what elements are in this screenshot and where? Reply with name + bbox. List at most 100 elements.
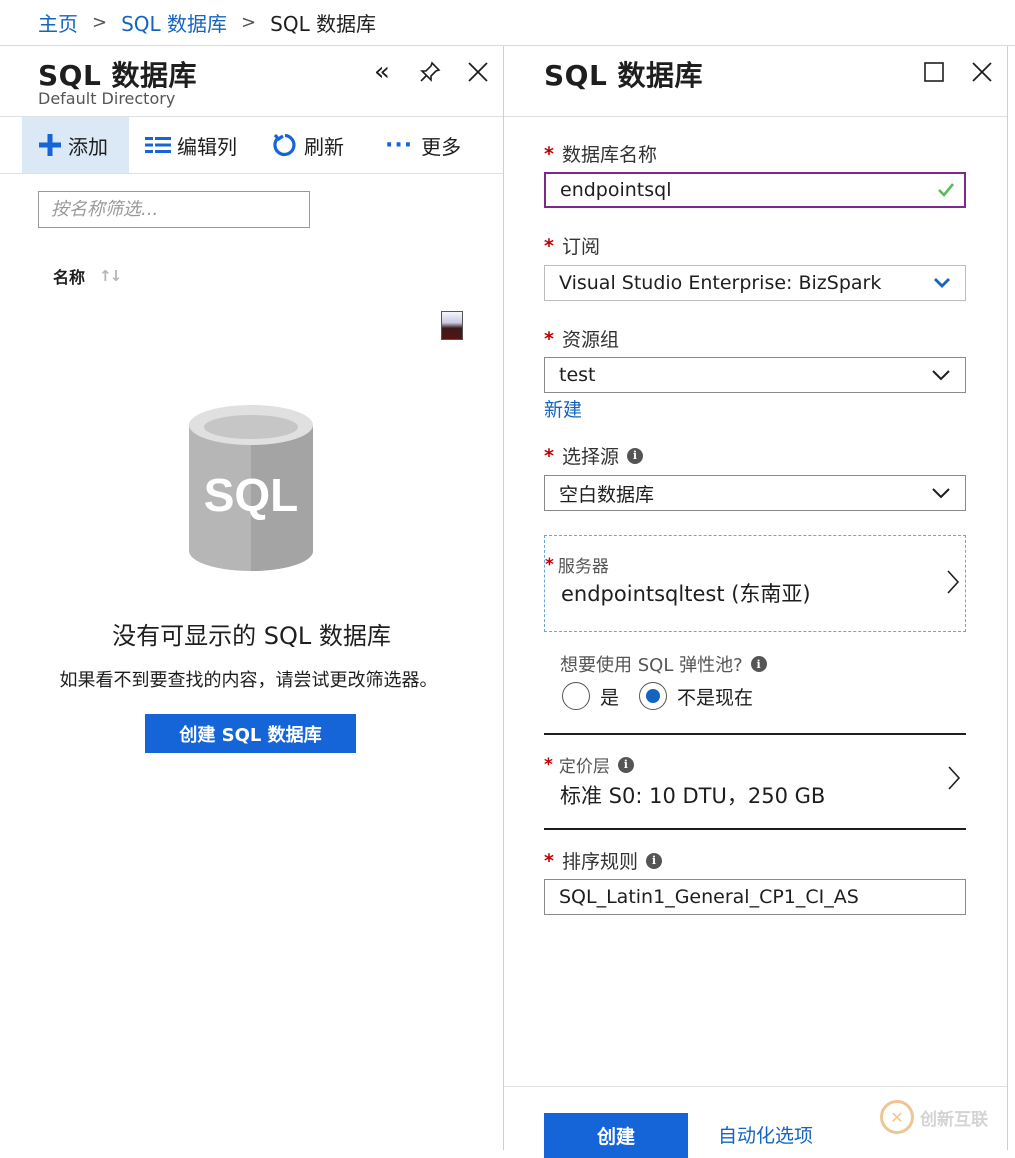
ellipsis-icon: ··· xyxy=(385,132,414,158)
chevron-down-icon xyxy=(932,370,950,381)
breadcrumb-sql-databases[interactable]: SQL 数据库 xyxy=(121,8,227,37)
subscription-select[interactable]: Visual Studio Enterprise: BizSpark xyxy=(544,265,966,301)
plus-icon xyxy=(38,133,62,157)
list-icon xyxy=(145,135,171,155)
chevron-right-icon: > xyxy=(241,12,257,33)
thumbnail-image xyxy=(441,311,463,340)
breadcrumb-home[interactable]: 主页 xyxy=(38,8,78,37)
elastic-pool-label-text: 想要使用 SQL 弹性池? xyxy=(560,655,743,676)
elastic-pool-radio-group: 是 不是现在 xyxy=(562,682,753,710)
required-marker: * xyxy=(544,142,554,165)
create-button[interactable]: 创建 xyxy=(544,1113,688,1158)
resource-group-select[interactable]: test xyxy=(544,357,966,393)
filter-input[interactable] xyxy=(38,191,310,228)
required-marker: * xyxy=(544,444,554,467)
source-select[interactable]: 空白数据库 xyxy=(544,475,966,511)
chevron-down-icon xyxy=(934,278,950,288)
add-button[interactable]: 添加 xyxy=(22,117,129,173)
db-name-label-text: 数据库名称 xyxy=(561,144,657,166)
radio-not-now-label: 不是现在 xyxy=(677,686,754,709)
pricing-tier-selector[interactable]: * 定价层 i 标准 S0: 10 DTU，250 GB xyxy=(544,736,966,828)
column-header-label: 名称 xyxy=(53,268,86,287)
db-name-field[interactable]: endpointsql xyxy=(544,172,966,208)
close-icon[interactable] xyxy=(966,56,998,88)
resource-group-value: test xyxy=(559,364,596,386)
column-header-name[interactable]: 名称 ↑↓ xyxy=(53,264,122,288)
collapse-icon[interactable]: « xyxy=(366,56,398,88)
subscription-label: * 订阅 xyxy=(544,232,600,259)
edit-columns-label: 编辑列 xyxy=(177,134,237,159)
refresh-icon xyxy=(272,132,298,158)
server-label-text: 服务器 xyxy=(557,557,609,577)
section-divider xyxy=(544,733,966,735)
radio-yes[interactable] xyxy=(562,682,590,710)
server-label: * 服务器 xyxy=(545,552,609,578)
maximize-icon[interactable] xyxy=(918,56,950,88)
more-label: 更多 xyxy=(421,134,462,159)
info-icon[interactable]: i xyxy=(750,656,767,672)
breadcrumb-current: SQL 数据库 xyxy=(270,12,377,36)
header-divider xyxy=(504,116,1007,117)
left-blade: SQL 数据库 Default Directory « 添加 编辑列 刷新 ··… xyxy=(0,46,503,1150)
scrollbar-edge xyxy=(1007,46,1015,1150)
source-value: 空白数据库 xyxy=(559,483,655,506)
refresh-button[interactable]: 刷新 xyxy=(272,117,344,173)
sort-icon[interactable]: ↑↓ xyxy=(99,267,122,285)
sql-database-icon: SQL xyxy=(189,405,313,571)
server-value: endpointsqltest (东南亚) xyxy=(561,582,811,606)
right-blade: SQL 数据库 * 数据库名称 endpointsql * 订阅 Visual … xyxy=(504,46,1007,1158)
db-name-label: * 数据库名称 xyxy=(544,140,657,167)
check-icon xyxy=(938,183,955,197)
create-new-resource-group-link[interactable]: 新建 xyxy=(544,395,582,422)
required-marker: * xyxy=(544,327,554,350)
chevron-right-icon xyxy=(947,570,960,594)
section-divider xyxy=(544,828,966,830)
pricing-tier-label: * 定价层 i xyxy=(544,752,634,777)
required-marker: * xyxy=(544,849,554,872)
chevron-right-icon: > xyxy=(92,12,108,33)
pricing-tier-value: 标准 S0: 10 DTU，250 GB xyxy=(560,784,826,808)
required-marker: * xyxy=(544,754,553,775)
watermark-text: 创新互联 xyxy=(920,1109,988,1130)
radio-yes-label: 是 xyxy=(600,686,620,709)
elastic-pool-label: 想要使用 SQL 弹性池? i xyxy=(560,651,767,677)
collation-value: SQL_Latin1_General_CP1_CI_AS xyxy=(559,886,859,908)
empty-state-description: 如果看不到要查找的内容，请尝试更改筛选器。 xyxy=(59,670,438,691)
empty-state-title: 没有可显示的 SQL 数据库 xyxy=(112,622,391,650)
info-icon[interactable]: i xyxy=(645,852,662,869)
sql-icon-label: SQL xyxy=(204,469,299,521)
more-button[interactable]: ··· 更多 xyxy=(385,117,461,173)
source-label: * 选择源 i xyxy=(544,442,643,469)
resource-group-label-text: 资源组 xyxy=(561,329,619,351)
collation-field[interactable]: SQL_Latin1_General_CP1_CI_AS xyxy=(544,879,966,915)
server-selector[interactable]: * 服务器 endpointsqltest (东南亚) xyxy=(544,535,966,632)
collation-label: * 排序规则 i xyxy=(544,847,662,874)
chevron-right-icon xyxy=(948,766,961,790)
blade-title: SQL 数据库 xyxy=(544,59,704,92)
automation-options-link[interactable]: 自动化选项 xyxy=(718,1121,813,1148)
watermark: ✕ 创新互联 xyxy=(880,1100,988,1134)
pricing-tier-label-text: 定价层 xyxy=(558,757,610,777)
edit-columns-button[interactable]: 编辑列 xyxy=(145,117,237,173)
chevron-down-icon xyxy=(932,488,950,499)
pin-icon[interactable] xyxy=(414,56,446,88)
required-marker: * xyxy=(545,554,554,575)
info-icon[interactable]: i xyxy=(617,756,634,773)
blade-subtitle: Default Directory xyxy=(38,89,176,108)
info-icon[interactable]: i xyxy=(626,447,643,464)
subscription-label-text: 订阅 xyxy=(561,236,600,258)
footer-divider xyxy=(504,1086,1007,1087)
breadcrumb: 主页 > SQL 数据库 > SQL 数据库 xyxy=(0,0,1015,46)
subscription-value: Visual Studio Enterprise: BizSpark xyxy=(559,272,882,294)
close-icon[interactable] xyxy=(462,56,494,88)
radio-not-now[interactable] xyxy=(639,682,668,710)
create-sql-database-button[interactable]: 创建 SQL 数据库 xyxy=(145,714,356,753)
blade-title: SQL 数据库 xyxy=(38,59,198,92)
db-name-value: endpointsql xyxy=(560,179,672,201)
required-marker: * xyxy=(544,234,554,257)
refresh-label: 刷新 xyxy=(304,134,344,159)
collation-label-text: 排序规则 xyxy=(561,851,638,873)
radio-selected-dot xyxy=(646,689,661,703)
watermark-logo-icon: ✕ xyxy=(880,1100,914,1134)
toolbar: 添加 编辑列 刷新 ··· 更多 xyxy=(0,116,503,174)
